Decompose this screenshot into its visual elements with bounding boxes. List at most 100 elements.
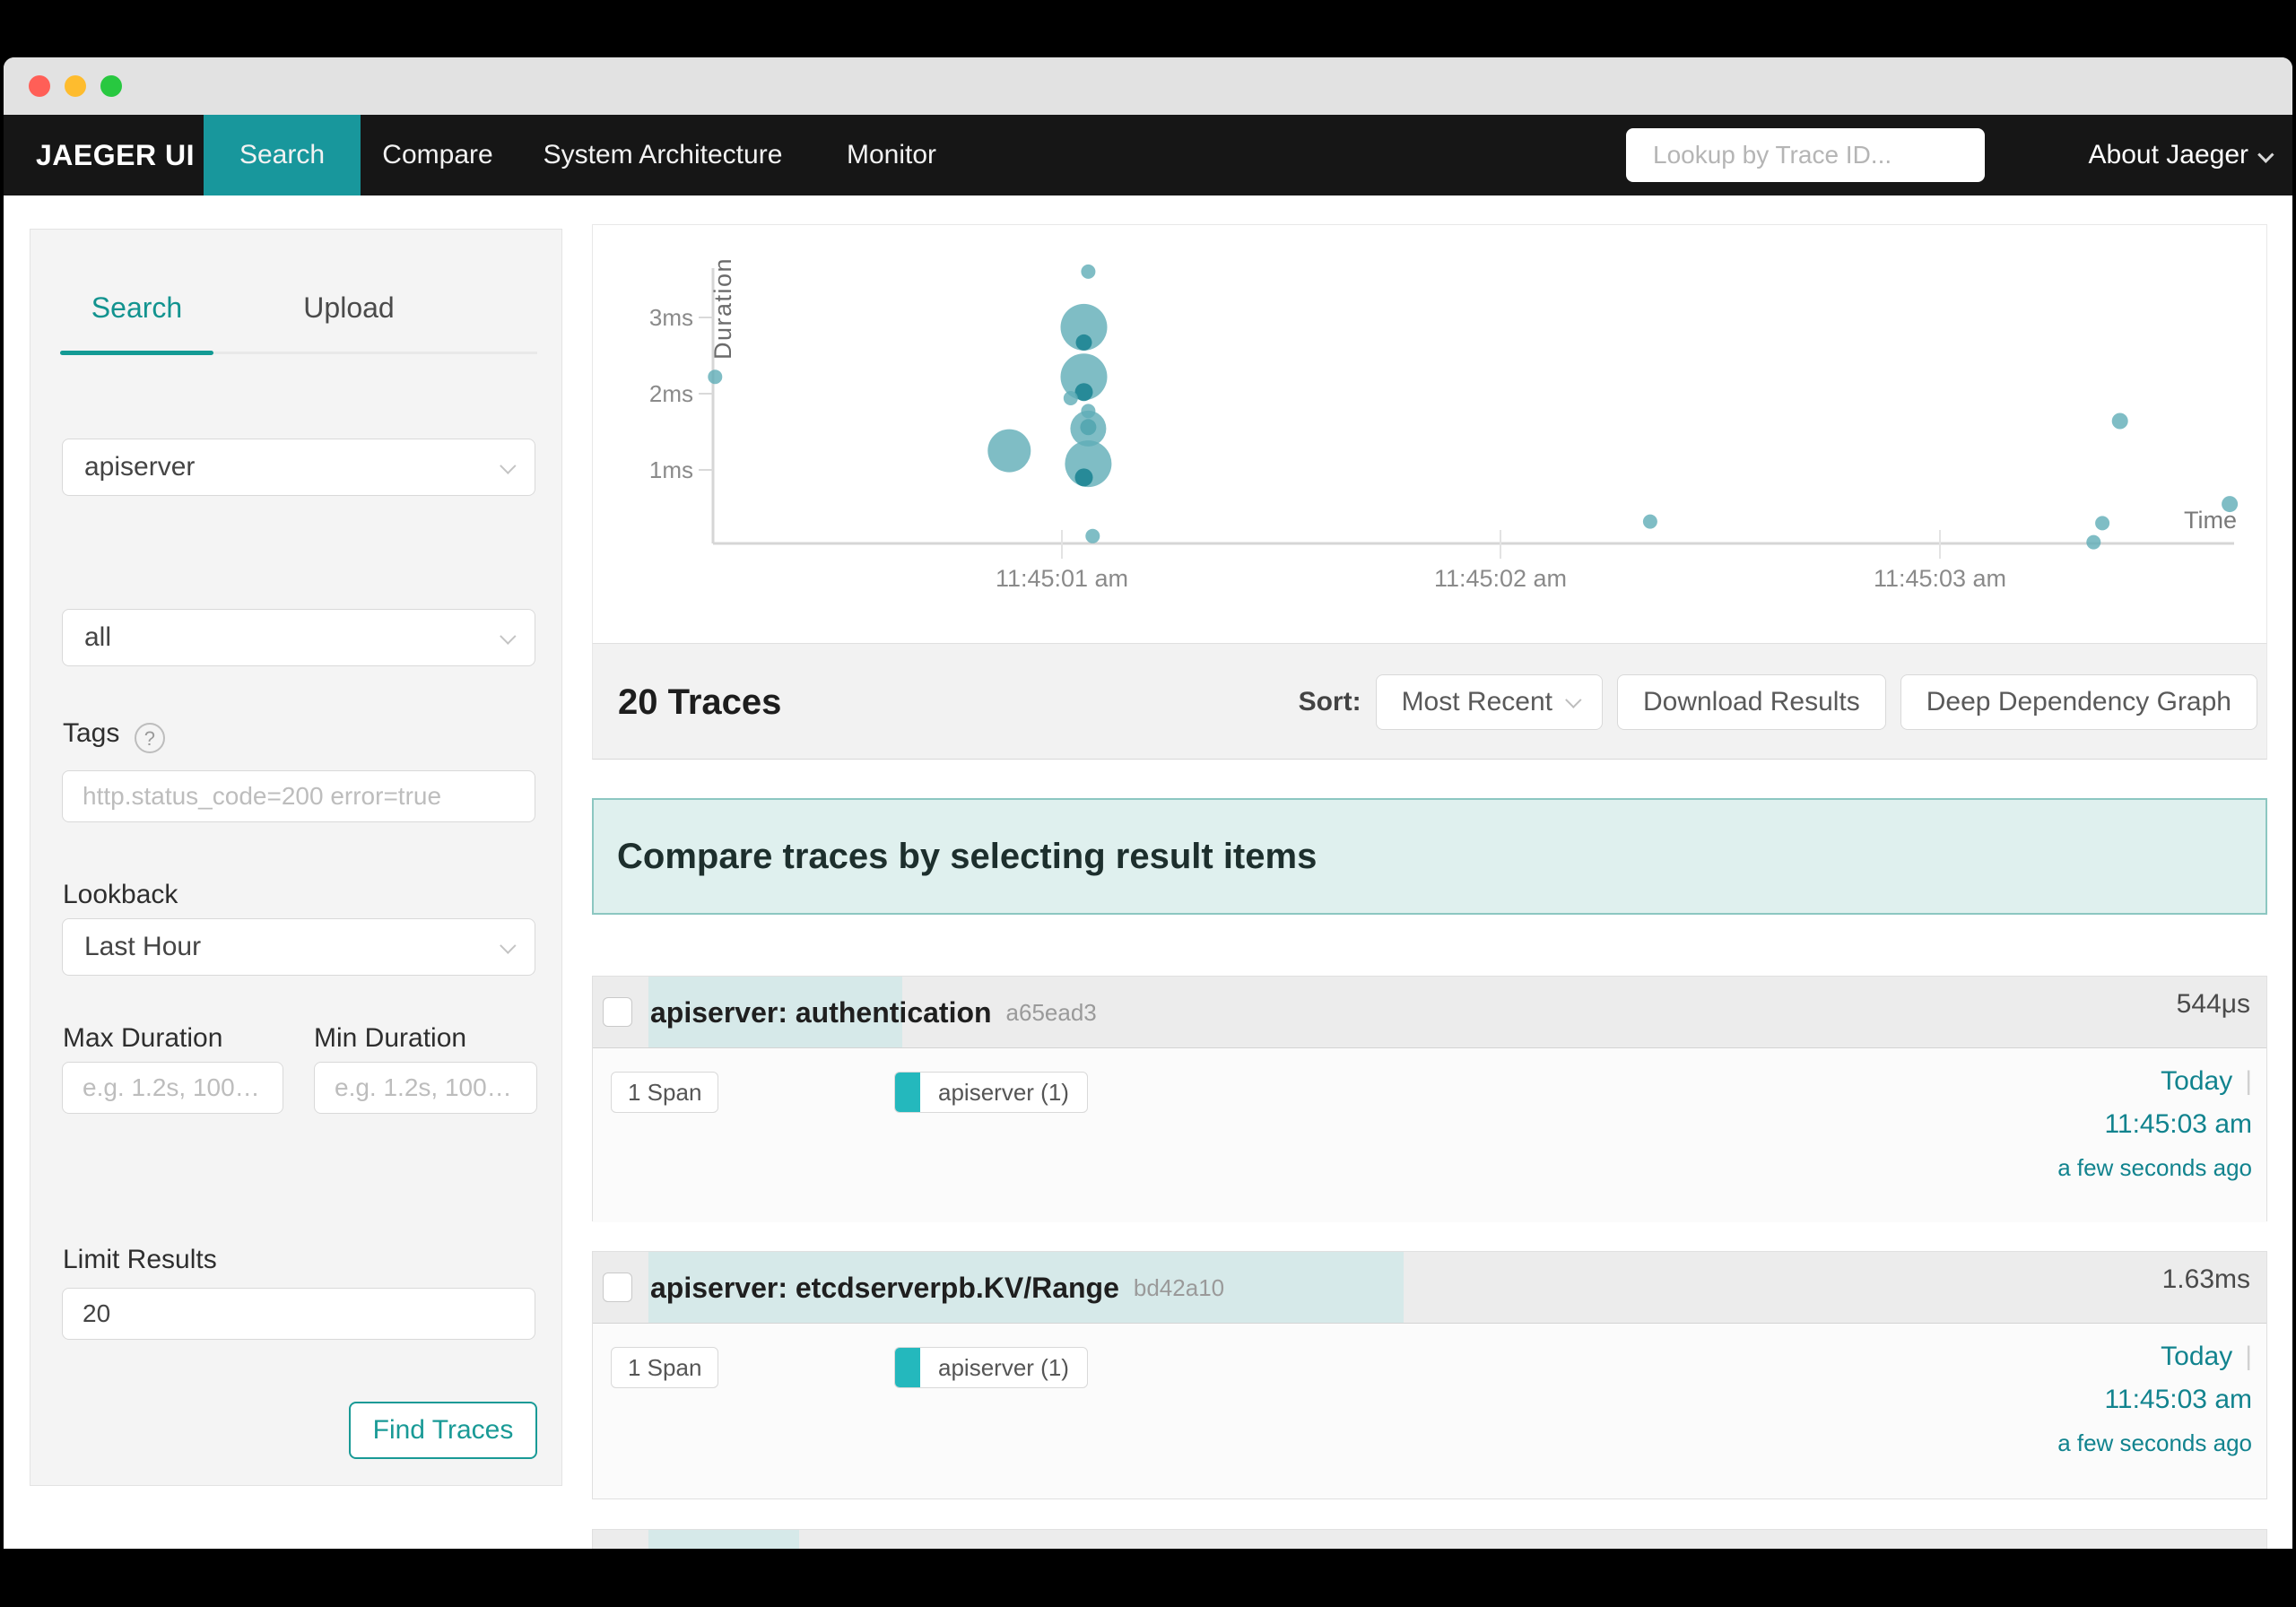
trace-time-info: Today | 11:45:03 am a few seconds ago [2057,1342,2252,1457]
screen: JAEGER UI Search Compare System Architec… [0,0,2296,1607]
nav-tab-search[interactable]: Search [204,115,361,195]
help-icon[interactable]: ? [134,722,165,753]
about-jaeger-menu[interactable]: About Jaeger [2054,115,2274,195]
service-color-block [895,1073,920,1112]
trace-title[interactable]: apiserver: authentication [650,996,992,1029]
scatter-point[interactable] [708,369,723,385]
x-tick-1: 11:45:01 am [996,565,1128,592]
operation-select-value: all [84,622,112,652]
nav-tab-system-architecture[interactable]: System Architecture [515,115,811,195]
trace-duration: 544μs [2176,989,2250,1019]
top-nav: JAEGER UI Search Compare System Architec… [4,115,2292,195]
max-duration-input[interactable] [62,1062,283,1114]
nav-tab-monitor[interactable]: Monitor [811,115,972,195]
chevron-down-icon [2257,146,2274,163]
trace-timestamp[interactable]: 11:45:03 am [2057,1385,2252,1415]
nav-tab-compare[interactable]: Compare [361,115,515,195]
trace-card-body: 1 Span apiserver (1) Today | 11:45:03 am … [593,1048,2266,1222]
find-traces-button[interactable]: Find Traces [349,1402,537,1459]
scatter-points-group [708,264,2239,550]
y-axis-label: Duration [709,257,736,360]
close-window-icon[interactable] [29,75,50,97]
window-titlebar [4,57,2292,115]
span-count-badge[interactable]: 1 Span [611,1347,719,1388]
trace-result-card[interactable] [592,1529,2267,1549]
trace-id-search-box [1626,128,1985,182]
scatter-point[interactable] [1063,391,1078,405]
lookback-select[interactable]: Last Hour [62,918,535,976]
service-tag-label: apiserver (1) [938,1079,1069,1106]
trace-id-search-input[interactable] [1651,140,1979,170]
service-tag[interactable]: apiserver (1) [894,1347,1088,1388]
trace-count-title: 20 Traces [618,682,782,722]
x-tick-2: 11:45:02 am [1434,565,1567,592]
scatter-point[interactable] [1074,468,1093,487]
lookback-label: Lookback [63,880,178,909]
minimize-window-icon[interactable] [65,75,86,97]
span-count-badge[interactable]: 1 Span [611,1072,719,1113]
trace-card-header: apiserver: authentication a65ead3 544μs [593,977,2266,1048]
chevron-down-icon [500,628,517,645]
trace-result-card[interactable]: apiserver: etcdserverpb.KV/Range bd42a10… [592,1251,2267,1499]
tab-divider [60,351,537,355]
trace-select-checkbox[interactable] [603,1273,632,1302]
trace-time-info: Today | 11:45:03 am a few seconds ago [2057,1066,2252,1182]
scatter-point[interactable] [2086,534,2101,550]
scatter-point[interactable] [987,429,1031,473]
min-duration-label: Min Duration [314,1023,467,1053]
screen-bottom-letterbox [0,1549,2296,1607]
sidebar-tab-search[interactable]: Search [60,287,213,328]
chevron-down-icon [1565,691,1582,708]
service-select[interactable]: apiserver [62,439,535,496]
app-logo[interactable]: JAEGER UI [36,115,195,195]
limit-results-label: Limit Results [63,1245,217,1274]
trace-card-header [593,1530,2266,1549]
results-controls: Sort: Most Recent Download Results Deep … [1299,674,2257,730]
trace-result-card[interactable]: apiserver: authentication a65ead3 544μs … [592,976,2267,1222]
scatter-point[interactable] [1081,264,1096,279]
zoom-window-icon[interactable] [100,75,122,97]
scatter-point[interactable] [2222,496,2239,513]
sort-select-value: Most Recent [1401,687,1552,717]
x-tick-3: 11:45:03 am [1874,565,2006,592]
limit-results-input[interactable] [62,1288,535,1340]
min-duration-input[interactable] [314,1062,537,1114]
trace-card-header: apiserver: etcdserverpb.KV/Range bd42a10… [593,1252,2266,1324]
trace-card-body: 1 Span apiserver (1) Today | 11:45:03 am … [593,1324,2266,1498]
chevron-down-icon [500,457,517,474]
scatter-point[interactable] [2111,413,2128,430]
deep-dependency-graph-button[interactable]: Deep Dependency Graph [1900,674,2257,730]
app-window: JAEGER UI Search Compare System Architec… [4,57,2292,1549]
max-duration-label: Max Duration [63,1023,223,1053]
scatter-canvas: 1ms 2ms 3ms Duration 11:45:01 am 11:45:0… [649,257,2239,592]
trace-title[interactable]: apiserver: etcdserverpb.KV/Range [650,1272,1119,1305]
scatter-point[interactable] [2095,516,2110,531]
operation-select[interactable]: all [62,609,535,666]
results-header-bar: 20 Traces Sort: Most Recent Download Res… [592,643,2267,760]
trace-date-link[interactable]: Today | [2057,1342,2252,1372]
y-tick-3ms: 3ms [649,304,693,331]
trace-id: bd42a10 [1133,1273,1225,1301]
scatter-point[interactable] [1642,514,1657,529]
scatter-point[interactable] [1085,528,1100,543]
tags-input[interactable] [62,770,535,822]
duration-highlight-bar [648,1530,799,1549]
service-tag-label: apiserver (1) [938,1354,1069,1381]
chevron-down-icon [500,937,517,954]
download-results-button[interactable]: Download Results [1616,674,1886,730]
scatter-point[interactable] [1075,334,1092,351]
sort-label: Sort: [1298,687,1361,717]
compare-traces-banner: Compare traces by selecting result items [592,798,2267,915]
service-tag[interactable]: apiserver (1) [894,1072,1088,1113]
lookback-select-value: Last Hour [84,932,202,961]
sidebar-tab-upload[interactable]: Upload [264,287,434,328]
service-color-block [895,1348,920,1387]
trace-select-checkbox[interactable] [603,997,632,1027]
sort-select[interactable]: Most Recent [1375,674,1603,730]
service-select-value: apiserver [84,452,196,482]
trace-relative-time: a few seconds ago [2057,1154,2252,1181]
active-tab-indicator [60,351,213,355]
trace-timestamp[interactable]: 11:45:03 am [2057,1109,2252,1140]
trace-date-link[interactable]: Today | [2057,1066,2252,1097]
about-jaeger-label: About Jaeger [2088,140,2248,169]
